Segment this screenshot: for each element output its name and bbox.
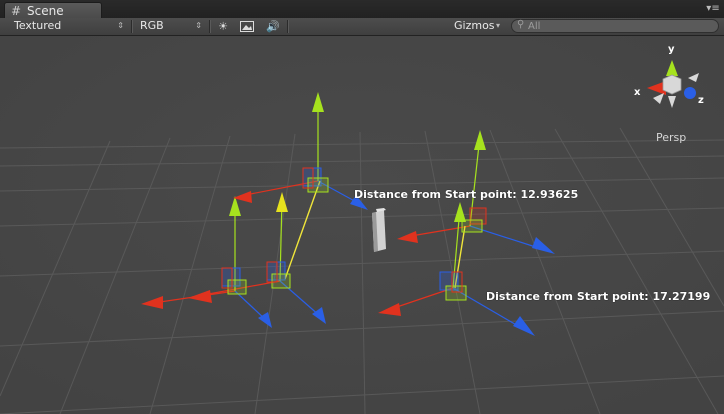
- dropdown-arrow-icon: ▾: [495, 21, 500, 30]
- gizmo-x-label: x: [634, 87, 641, 98]
- projection-label[interactable]: Persp: [656, 131, 686, 144]
- audio-icon[interactable]: 🔊: [262, 19, 284, 34]
- gizmo-center-cube[interactable]: [662, 74, 682, 95]
- tab-scene-label: Scene: [27, 4, 64, 18]
- render-mode-dropdown[interactable]: Textured ⇕: [4, 19, 128, 33]
- search-icon: ⚲: [517, 19, 525, 30]
- tab-bar: # Scene ▾≡: [0, 0, 724, 19]
- search-input[interactable]: [528, 20, 708, 32]
- dropdown-arrow-icon: ⇕: [195, 21, 202, 30]
- distance-label: Distance from Start point: 17.27199: [486, 290, 711, 303]
- scene-canvas: y x z: [0, 36, 724, 414]
- tab-menu-icon[interactable]: ▾≡: [706, 2, 720, 16]
- gizmo-y-label: y: [668, 44, 675, 55]
- search-field[interactable]: ⚲: [511, 19, 719, 33]
- scene-object[interactable]: [372, 208, 386, 252]
- separator: [287, 20, 288, 33]
- sun-lighting-icon[interactable]: ☀: [212, 19, 234, 34]
- render-mode-value: Textured: [14, 19, 62, 32]
- tab-scene[interactable]: # Scene: [4, 2, 102, 19]
- color-mode-value: RGB: [140, 19, 164, 32]
- grid-icon: #: [11, 4, 22, 18]
- color-mode-dropdown[interactable]: RGB ⇕: [130, 19, 206, 33]
- scene-window: # Scene ▾≡ Textured ⇕ RGB ⇕ ☀ 🔊 Gizmos ▾: [0, 0, 724, 414]
- dropdown-arrow-icon: ⇕: [117, 21, 124, 30]
- gizmo-z-cone[interactable]: [684, 87, 696, 99]
- scene-viewport[interactable]: y x z Distance from Start point: 12.9362…: [0, 36, 724, 414]
- gizmos-dropdown[interactable]: Gizmos ▾: [448, 19, 504, 33]
- separator: [209, 20, 210, 33]
- image-icon[interactable]: [236, 19, 258, 34]
- distance-label: Distance from Start point: 12.93625: [354, 188, 579, 201]
- scene-toolbar: Textured ⇕ RGB ⇕ ☀ 🔊 Gizmos ▾ ⚲: [0, 18, 724, 36]
- gizmos-label: Gizmos: [454, 19, 495, 32]
- gizmo-z-label: z: [698, 95, 704, 106]
